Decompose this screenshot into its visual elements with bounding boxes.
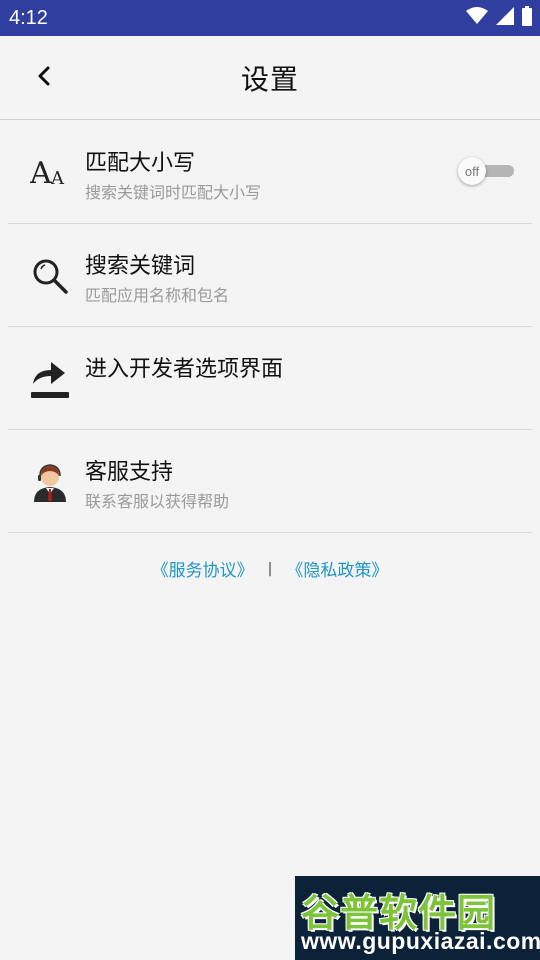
match-case-toggle[interactable]: off — [458, 157, 514, 185]
setting-developer-options[interactable]: 进入开发者选项界面 — [8, 327, 532, 430]
setting-label: 匹配大小写 — [85, 151, 196, 176]
wifi-icon — [466, 7, 488, 29]
privacy-policy-link[interactable]: 《隐私政策》 — [286, 556, 388, 581]
setting-search-keyword[interactable]: 搜索关键词 匹配应用名称和包名 — [8, 224, 532, 327]
back-button[interactable] — [28, 62, 60, 94]
toggle-knob: off — [458, 157, 486, 185]
terms-of-service-link[interactable]: 《服务协议》 — [152, 556, 254, 581]
svg-text:A: A — [30, 157, 52, 189]
share-forward-icon — [28, 357, 72, 401]
system-icons — [466, 6, 532, 30]
setting-customer-support[interactable]: 客服支持 联系客服以获得帮助 — [8, 430, 532, 533]
customer-service-avatar-icon — [28, 460, 72, 504]
watermark-url: www.gupuxiazai.com — [301, 928, 540, 954]
chevron-left-icon — [36, 66, 52, 90]
setting-subtitle: 搜索关键词时匹配大小写 — [85, 183, 262, 202]
svg-text:A: A — [50, 168, 65, 189]
setting-match-case[interactable]: A A 匹配大小写 搜索关键词时匹配大小写 off — [8, 121, 532, 224]
watermark-logo: 谷普软件园 www.gupuxiazai.com — [295, 876, 540, 960]
battery-icon — [522, 6, 532, 30]
search-icon — [28, 254, 72, 298]
setting-label: 搜索关键词 — [85, 254, 196, 279]
settings-list: A A 匹配大小写 搜索关键词时匹配大小写 off 搜索关键词 匹配应用名称和包… — [0, 121, 540, 533]
status-bar: 4:12 — [0, 0, 540, 36]
page-title: 设置 — [240, 62, 299, 96]
setting-subtitle: 匹配应用名称和包名 — [85, 286, 230, 305]
setting-subtitle: 联系客服以获得帮助 — [85, 492, 230, 511]
font-size-icon: A A — [28, 151, 72, 195]
app-header: 设置 — [0, 36, 540, 120]
setting-label: 进入开发者选项界面 — [85, 357, 284, 382]
footer-links: 《服务协议》 | 《隐私政策》 — [0, 556, 540, 582]
setting-label: 客服支持 — [85, 460, 174, 485]
signal-icon — [496, 7, 514, 29]
link-separator: | — [267, 560, 273, 577]
status-time: 4:12 — [9, 6, 48, 29]
